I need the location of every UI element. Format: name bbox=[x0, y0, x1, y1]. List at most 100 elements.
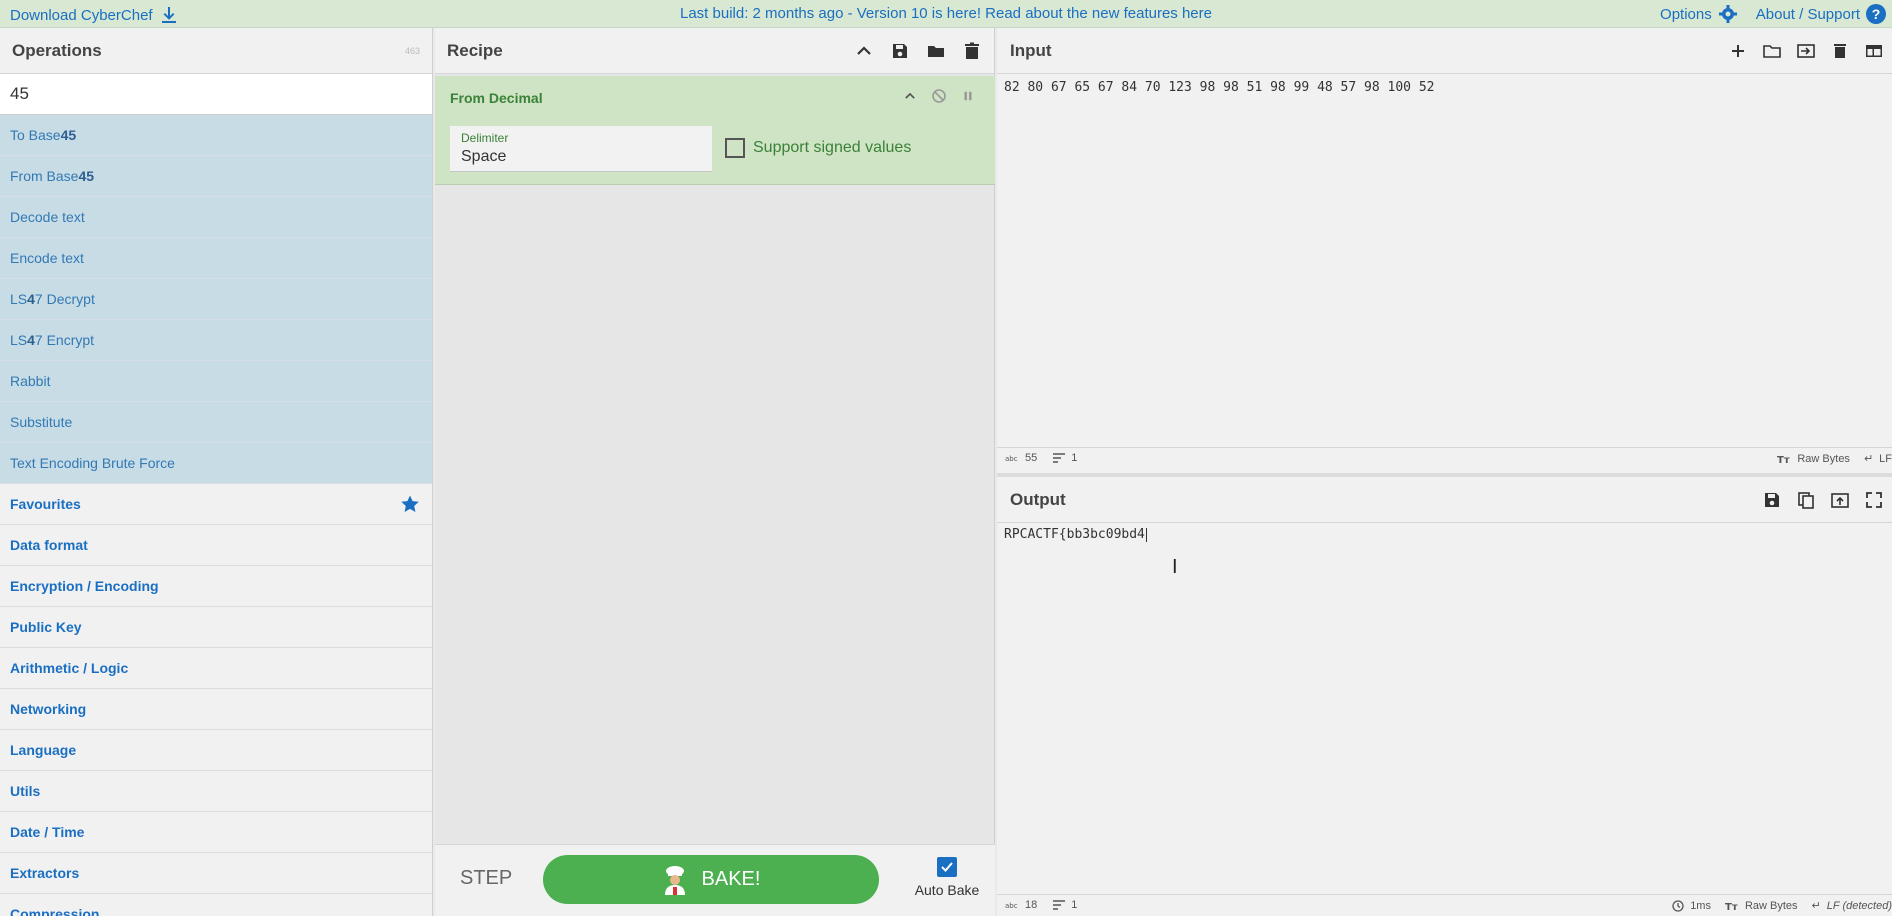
options-label[interactable]: Options bbox=[1660, 6, 1712, 23]
chevron-up-icon[interactable] bbox=[854, 41, 874, 61]
operation-result-item[interactable]: Decode text bbox=[0, 197, 432, 238]
operation-result-item[interactable]: From Base 45 bbox=[0, 156, 432, 197]
input-encoding[interactable]: Tт Raw Bytes bbox=[1777, 453, 1850, 465]
output-raw-bytes[interactable]: Raw Bytes bbox=[1745, 900, 1798, 912]
category-item[interactable]: Networking bbox=[0, 689, 432, 730]
operation-result-item[interactable]: To Base 45 bbox=[0, 115, 432, 156]
about-button[interactable]: About / Support ? bbox=[1756, 4, 1886, 24]
auto-bake-checkbox[interactable] bbox=[937, 857, 957, 877]
checkbox-label[interactable]: Support signed values bbox=[753, 139, 911, 157]
build-notice[interactable]: Last build: 2 months ago - Version 10 is… bbox=[0, 5, 1892, 22]
gear-icon[interactable] bbox=[1718, 4, 1738, 24]
category-item[interactable]: Extractors bbox=[0, 853, 432, 894]
options-button[interactable]: Options bbox=[1660, 4, 1738, 24]
category-label[interactable]: Public Key bbox=[10, 619, 82, 635]
disable-icon[interactable] bbox=[931, 88, 947, 104]
output-eol-label[interactable]: LF (detected) bbox=[1827, 900, 1892, 912]
result-text-bold[interactable]: 45 bbox=[78, 168, 94, 184]
operation-result-item[interactable]: Encode text bbox=[0, 238, 432, 279]
add-tab-icon[interactable] bbox=[1728, 41, 1748, 61]
char-count: abc 55 bbox=[1005, 452, 1037, 464]
result-text-bold[interactable]: 45 bbox=[61, 127, 77, 143]
result-text-pre[interactable]: Rabbit bbox=[10, 373, 50, 389]
chevron-up-icon[interactable] bbox=[903, 89, 917, 103]
result-text-post[interactable]: 7 Encrypt bbox=[35, 332, 94, 348]
result-text-pre[interactable]: LS bbox=[10, 332, 27, 348]
copy-icon[interactable] bbox=[1796, 490, 1816, 510]
category-item[interactable]: Data format bbox=[0, 525, 432, 566]
clear-input-icon[interactable] bbox=[1830, 41, 1850, 61]
svg-text:abc: abc bbox=[1005, 455, 1018, 463]
output-encoding[interactable]: Tт Raw Bytes bbox=[1725, 900, 1798, 912]
category-label[interactable]: Data format bbox=[10, 537, 88, 553]
save-icon[interactable] bbox=[890, 41, 910, 61]
replace-input-icon[interactable] bbox=[1830, 490, 1850, 510]
save-output-icon[interactable] bbox=[1762, 490, 1782, 510]
category-label[interactable]: Date / Time bbox=[10, 824, 84, 840]
input-text[interactable]: 82 80 67 65 67 84 70 123 98 98 51 98 99 … bbox=[1004, 80, 1434, 95]
open-folder-icon[interactable] bbox=[1762, 41, 1782, 61]
category-item[interactable]: Public Key bbox=[0, 607, 432, 648]
operation-result-item[interactable]: Substitute bbox=[0, 402, 432, 443]
category-item[interactable]: Encryption / Encoding bbox=[0, 566, 432, 607]
operations-search-input[interactable]: 45 bbox=[0, 74, 432, 115]
bake-bar: STEP BAKE! Auto Bake bbox=[435, 844, 995, 916]
result-text-post[interactable]: 7 Decrypt bbox=[35, 291, 95, 307]
category-item[interactable]: Arithmetic / Logic bbox=[0, 648, 432, 689]
help-icon[interactable]: ? bbox=[1866, 4, 1886, 24]
maximise-icon[interactable] bbox=[1864, 490, 1884, 510]
result-text-bold[interactable]: 4 bbox=[27, 332, 35, 348]
pause-icon[interactable] bbox=[961, 89, 975, 103]
layout-icon[interactable] bbox=[1864, 41, 1884, 61]
delimiter-value[interactable]: Space bbox=[461, 148, 506, 166]
category-item[interactable]: Date / Time bbox=[0, 812, 432, 853]
output-text-area[interactable]: RPCACTF{bb3bc09bd4 bbox=[1004, 527, 1147, 542]
category-label[interactable]: Networking bbox=[10, 701, 86, 717]
result-text-pre[interactable]: Substitute bbox=[10, 414, 72, 430]
about-label[interactable]: About / Support bbox=[1756, 6, 1860, 23]
result-text-pre[interactable]: To Base bbox=[10, 127, 61, 143]
result-text-pre[interactable]: Decode text bbox=[10, 209, 85, 225]
output-text[interactable]: RPCACTF{bb3bc09bd4 bbox=[1004, 527, 1145, 542]
operations-panel: Operations 463 45 To Base 45 From Base 45 De… bbox=[0, 28, 433, 916]
folder-icon[interactable] bbox=[926, 41, 946, 61]
operation-result-item[interactable]: Text Encoding Brute Force bbox=[0, 443, 432, 484]
result-text-pre[interactable]: Encode text bbox=[10, 250, 84, 266]
input-line-count: 1 bbox=[1071, 452, 1078, 464]
input-raw-bytes[interactable]: Raw Bytes bbox=[1797, 453, 1850, 465]
category-label[interactable]: Utils bbox=[10, 783, 40, 799]
category-item[interactable]: Favourites bbox=[0, 484, 432, 525]
output-eol[interactable]: ↵ LF (detected) bbox=[1812, 899, 1892, 913]
open-file-icon[interactable] bbox=[1796, 41, 1816, 61]
category-label[interactable]: Arithmetic / Logic bbox=[10, 660, 128, 676]
category-label[interactable]: Compression bbox=[10, 906, 99, 916]
support-signed-checkbox[interactable]: Support signed values bbox=[725, 138, 911, 158]
result-text-bold[interactable]: 4 bbox=[27, 291, 35, 307]
category-label[interactable]: Favourites bbox=[10, 496, 81, 512]
result-text-pre[interactable]: LS bbox=[10, 291, 27, 307]
category-label[interactable]: Encryption / Encoding bbox=[10, 578, 159, 594]
result-text-pre[interactable]: Text Encoding Brute Force bbox=[10, 455, 175, 471]
output-panel: Output RPCACTF{bb3bc09bd4 abc 18 1 1ms Tт… bbox=[997, 477, 1892, 916]
category-item[interactable]: Language bbox=[0, 730, 432, 771]
delimiter-field[interactable]: Delimiter Space bbox=[450, 126, 712, 172]
auto-bake-label[interactable]: Auto Bake bbox=[915, 882, 980, 898]
operation-result-item[interactable]: LS 4 7 Decrypt bbox=[0, 279, 432, 320]
step-button[interactable]: STEP bbox=[460, 867, 512, 890]
input-eol-label[interactable]: LF bbox=[1879, 453, 1892, 465]
category-item[interactable]: Compression bbox=[0, 894, 432, 916]
operation-result-item[interactable]: Rabbit bbox=[0, 361, 432, 402]
bake-label[interactable]: BAKE! bbox=[702, 868, 761, 891]
auto-bake-toggle[interactable]: Auto Bake bbox=[907, 857, 987, 898]
bake-button[interactable]: BAKE! bbox=[543, 855, 879, 904]
checkbox-box[interactable] bbox=[725, 138, 745, 158]
category-label[interactable]: Extractors bbox=[10, 865, 79, 881]
star-icon[interactable] bbox=[400, 494, 420, 514]
category-label[interactable]: Language bbox=[10, 742, 76, 758]
recipe-operation-card[interactable]: From Decimal Delimiter Space Support sig… bbox=[435, 76, 995, 185]
trash-icon[interactable] bbox=[962, 41, 982, 61]
category-item[interactable]: Utils bbox=[0, 771, 432, 812]
result-text-pre[interactable]: From Base bbox=[10, 168, 78, 184]
operation-result-item[interactable]: LS 4 7 Encrypt bbox=[0, 320, 432, 361]
input-eol[interactable]: ↵ LF bbox=[1864, 452, 1892, 466]
